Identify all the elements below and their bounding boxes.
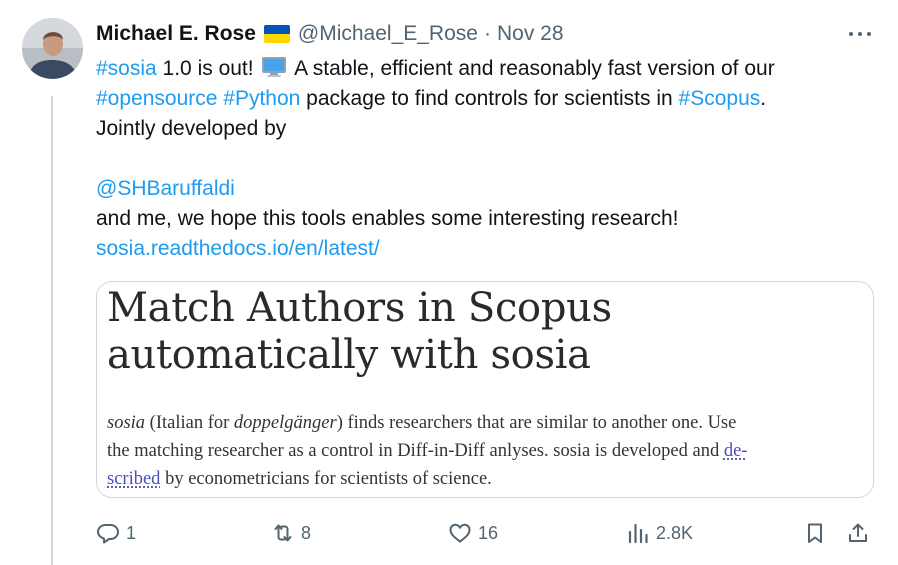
card-description: sosia (Italian for doppelgänger) finds r… (107, 409, 747, 493)
reply-icon (97, 524, 119, 544)
tweet-text-segment: A stable, efficient and reasonably fast … (289, 57, 775, 80)
views-icon (628, 523, 648, 544)
card-text-segment: by econometricians for scientists of sci… (160, 469, 492, 489)
link-preview-card[interactable]: Match Authors in Scopus automatically wi… (96, 281, 874, 498)
like-count: 16 (478, 522, 499, 543)
separator-dot: · (483, 22, 491, 45)
tweet-date[interactable]: Nov 28 (497, 22, 564, 46)
views-count: 2.8K (656, 522, 694, 543)
tweet-header: Michael E. Rose @Michael_E_Rose · Nov 28 (96, 20, 564, 48)
card-text-segment: (Italian for (145, 413, 234, 433)
card-described-link[interactable]: de- (724, 441, 748, 461)
ukraine-flag-icon (263, 25, 290, 43)
card-described-link[interactable]: scribed (107, 469, 160, 489)
action-bar: 1 8 16 2.8K (96, 517, 876, 549)
like-icon (449, 523, 471, 543)
hashtag-sosia[interactable]: #sosia (96, 57, 157, 80)
tweet-text-segment: package to find controls for scientists … (300, 87, 679, 110)
card-text-segment: the matching researcher as a control in … (107, 441, 724, 461)
author-handle[interactable]: @Michael_E_Rose (298, 22, 478, 46)
card-title: Match Authors in Scopus automatically wi… (107, 285, 612, 379)
mention-link[interactable]: @SHBaruffaldi (96, 177, 235, 200)
repost-count: 8 (301, 522, 312, 543)
repost-icon (274, 524, 292, 542)
card-text-segment: ) finds researchers that are similar to … (336, 413, 737, 433)
like-button[interactable]: 16 (448, 517, 498, 549)
bookmark-button[interactable] (803, 517, 827, 549)
hashtag-scopus[interactable]: #Scopus (679, 87, 761, 110)
views-button[interactable]: 2.8K (626, 517, 693, 549)
card-title-line: automatically with sosia (107, 332, 591, 378)
avatar[interactable] (22, 18, 83, 79)
card-title-line: Match Authors in Scopus (107, 285, 612, 331)
computer-emoji-icon (261, 56, 287, 78)
share-button[interactable] (846, 517, 870, 549)
url-link[interactable]: sosia.readthedocs.io/en/latest/ (96, 237, 380, 260)
tweet-text-segment: Jointly developed by (96, 117, 287, 140)
tweet-text-segment: and me, we hope this tools enables some … (96, 207, 679, 230)
thread-line (51, 96, 53, 565)
card-text-segment: sosia (107, 413, 146, 433)
more-icon[interactable] (846, 24, 874, 44)
repost-button[interactable]: 8 (271, 517, 311, 549)
reply-button[interactable]: 1 (96, 517, 136, 549)
tweet-text: #sosia 1.0 is out! A stable, efficient a… (96, 54, 886, 264)
bookmark-icon (808, 523, 822, 543)
share-icon (849, 523, 867, 542)
reply-count: 1 (126, 522, 137, 543)
author-name[interactable]: Michael E. Rose (96, 22, 256, 46)
tweet-text-segment: . (760, 87, 767, 110)
tweet-text-segment: 1.0 is out! (156, 57, 260, 80)
hashtag-python[interactable]: #Python (223, 87, 300, 110)
card-text-segment: doppelgänger (233, 413, 337, 433)
hashtag-opensource[interactable]: #opensource (96, 87, 217, 110)
